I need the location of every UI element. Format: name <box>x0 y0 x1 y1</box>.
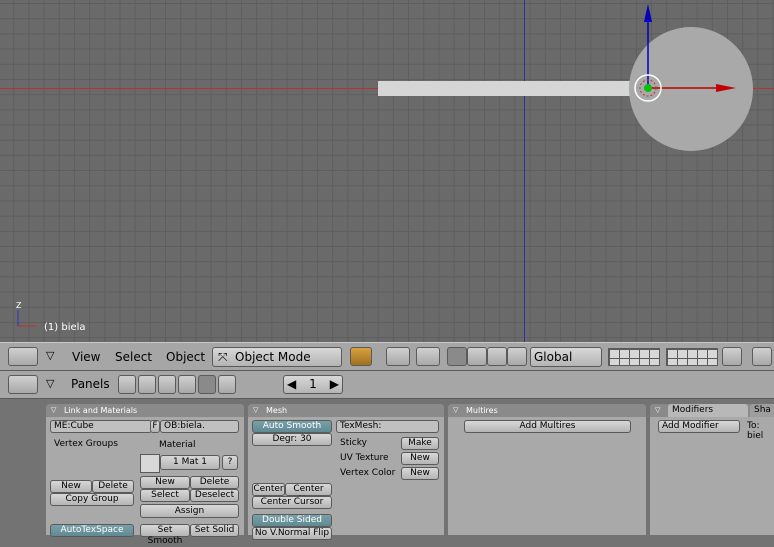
center-cursor-button[interactable]: Center Cursor <box>252 496 332 509</box>
mesh-datablock-field[interactable]: ME:Cube <box>50 420 152 433</box>
scale-manipulator-icon[interactable] <box>507 347 527 366</box>
copy-group-button[interactable]: Copy Group <box>50 493 134 506</box>
3d-header: ▽ View Select Object Object Mode ⤧ Globa… <box>0 342 774 371</box>
tab-shapes[interactable]: Sha <box>750 404 774 417</box>
panel-title[interactable]: Mesh <box>248 404 444 417</box>
vertex-color-new-button[interactable]: New <box>401 467 439 480</box>
material-assign-button[interactable]: Assign <box>140 504 239 518</box>
frame-next-icon[interactable]: ▶ <box>330 376 339 393</box>
axis-indicator-icon: Z <box>16 301 36 327</box>
texmesh-field[interactable]: TexMesh: <box>336 420 439 433</box>
collapse-triangle-icon[interactable]: ▽ <box>46 377 54 390</box>
editor-type-buttons-icon[interactable] <box>8 375 38 394</box>
add-modifier-menu[interactable]: Add Modifier <box>658 420 740 433</box>
panel-title[interactable]: Multires <box>448 404 646 417</box>
material-query-button[interactable]: ? <box>222 455 238 470</box>
orientation-select[interactable]: Global <box>530 347 602 367</box>
no-vnormal-flip-toggle[interactable]: No V.Normal Flip <box>252 527 332 540</box>
shading-context-icon[interactable] <box>158 375 176 394</box>
vertex-groups-label: Vertex Groups <box>54 439 118 449</box>
script-context-icon[interactable] <box>138 375 156 394</box>
lock-icon[interactable] <box>722 347 742 366</box>
mode-icon: ⤧ <box>218 350 228 364</box>
editor-type-grid-icon[interactable] <box>8 347 38 366</box>
material-slot-stepper[interactable]: 1 Mat 1 <box>160 455 220 470</box>
material-select-button[interactable]: Select <box>140 489 190 502</box>
frame-stepper[interactable]: ◀ 1 ▶ <box>283 375 343 394</box>
material-color-swatch[interactable] <box>140 454 160 473</box>
translate-manipulator-icon[interactable] <box>467 347 487 366</box>
menu-object[interactable]: Object <box>166 350 205 364</box>
material-new-button[interactable]: New <box>140 476 190 489</box>
panel-title[interactable]: Link and Materials <box>46 404 244 417</box>
panels-label: Panels <box>71 377 110 391</box>
material-deselect-button[interactable]: Deselect <box>190 489 239 502</box>
collapse-triangle-icon[interactable]: ▽ <box>655 404 660 417</box>
layer-buttons-a[interactable] <box>608 348 660 366</box>
object-name-label: (1) biela <box>44 322 86 333</box>
mode-select[interactable]: Object Mode ⤧ <box>212 347 342 367</box>
draw-type-icon[interactable] <box>350 347 372 366</box>
panel-link-materials: Link and Materials ME:Cube F OB:biela. V… <box>46 404 244 546</box>
autotexspace-toggle[interactable]: AutoTexSpace <box>50 524 134 537</box>
center-button[interactable]: Center <box>252 483 285 496</box>
vertex-group-new-button[interactable]: New <box>50 480 92 493</box>
sticky-label: Sticky <box>340 438 367 448</box>
double-sided-toggle[interactable]: Double Sided <box>252 514 332 527</box>
pivot-icon[interactable] <box>386 347 410 366</box>
menu-select[interactable]: Select <box>115 350 152 364</box>
auto-smooth-toggle[interactable]: Auto Smooth <box>252 420 332 433</box>
uv-texture-new-button[interactable]: New <box>401 452 439 465</box>
vertex-color-label: Vertex Color <box>340 468 396 478</box>
render-icon[interactable] <box>752 347 772 366</box>
buttons-panels: Link and Materials ME:Cube F OB:biela. V… <box>0 400 774 546</box>
center-new-button[interactable]: Center New <box>285 483 332 505</box>
set-solid-button[interactable]: Set Solid <box>190 524 239 537</box>
tab-modifiers[interactable]: Modifiers <box>668 404 748 417</box>
layer-buttons-b[interactable] <box>666 348 718 366</box>
panel-multires: Multires Add Multires <box>448 404 646 535</box>
buttons-header: ▽ Panels ◀ 1 ▶ <box>0 371 774 399</box>
mode-label: Object Mode <box>235 350 311 364</box>
material-delete-button[interactable]: Delete <box>190 476 239 489</box>
add-multires-button[interactable]: Add Multires <box>464 420 631 433</box>
frame-prev-icon[interactable]: ◀ <box>287 376 296 393</box>
uv-texture-label: UV Texture <box>340 453 389 463</box>
sticky-make-button[interactable]: Make <box>401 437 439 450</box>
3d-viewport[interactable]: Z (1) biela <box>0 0 774 342</box>
scene-context-icon[interactable] <box>218 375 236 394</box>
transform-manipulator[interactable] <box>600 0 774 120</box>
y-axis-line <box>524 0 525 342</box>
frame-value: 1 <box>309 377 317 391</box>
rotate-manipulator-icon[interactable] <box>487 347 507 366</box>
hand-manipulator-icon[interactable] <box>447 347 467 366</box>
panel-modifiers: ▽ Modifiers Sha Add Modifier To: biel <box>650 404 774 535</box>
fake-user-button[interactable]: F <box>150 420 160 433</box>
collapse-triangle-icon[interactable]: ▽ <box>46 349 54 362</box>
object-context-icon[interactable] <box>178 375 196 394</box>
vertex-group-delete-button[interactable]: Delete <box>92 480 134 493</box>
material-label: Material <box>159 440 196 450</box>
editing-context-icon[interactable] <box>198 375 216 394</box>
set-smooth-button[interactable]: Set Smooth <box>140 524 190 546</box>
menu-view[interactable]: View <box>72 350 100 364</box>
logic-context-icon[interactable] <box>118 375 136 394</box>
degree-stepper[interactable]: Degr: 30 <box>252 433 332 446</box>
modifier-target-label: To: biel <box>747 421 764 441</box>
axis-z-label: Z <box>16 301 22 310</box>
object-name-field[interactable]: OB:biela. <box>160 420 239 433</box>
panel-mesh: Mesh Auto Smooth Degr: 30 TexMesh: Stick… <box>248 404 444 540</box>
snap-icon[interactable] <box>416 347 440 366</box>
